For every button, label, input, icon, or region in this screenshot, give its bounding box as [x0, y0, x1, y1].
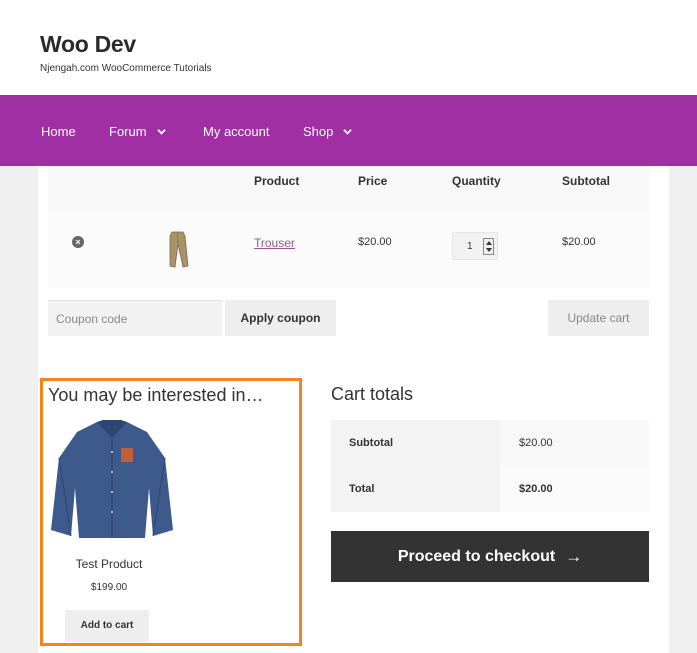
product-subtotal: $20.00 — [562, 236, 596, 248]
site-title[interactable]: Woo Dev — [40, 31, 136, 58]
header-quantity: Quantity — [452, 174, 501, 188]
product-link-trouser[interactable]: Trouser — [254, 236, 295, 250]
cross-sell-product-price: $199.00 — [90, 582, 128, 593]
checkout-label: Proceed to checkout — [397, 547, 556, 565]
cross-sells-title: You may be interested in… — [48, 385, 264, 405]
site-tagline: Njengah.com WooCommerce Tutorials — [40, 63, 212, 74]
trouser-thumbnail[interactable] — [164, 230, 190, 268]
apply-coupon-button[interactable]: Apply coupon — [225, 300, 336, 336]
product-price: $20.00 — [358, 236, 392, 248]
total-value: $20.00 — [519, 483, 553, 495]
cross-sells-box: You may be interested in… Test Product $… — [40, 378, 302, 646]
cross-sell-product-name[interactable]: Test Product — [43, 557, 175, 571]
header-price: Price — [358, 174, 388, 188]
nav-item-home[interactable]: Home — [41, 124, 76, 139]
update-cart-button[interactable]: Update cart — [548, 300, 649, 336]
site-header: Woo Dev Njengah.com WooCommerce Tutorial… — [0, 0, 697, 95]
arrow-right-icon: → — [565, 546, 583, 566]
quantity-stepper[interactable]: 1 — [452, 232, 498, 260]
header-product: Product — [254, 174, 300, 188]
chevron-down-icon — [343, 129, 353, 135]
nav-item-my-account[interactable]: My account — [203, 124, 269, 139]
stepper-arrows-icon[interactable] — [483, 238, 494, 255]
add-to-cart-button[interactable]: Add to cart — [65, 610, 149, 642]
cart-totals-title: Cart totals — [331, 384, 414, 404]
cart-row: × Trouser $20.00 1 $20.00 — [48, 210, 649, 288]
shirt-product-image[interactable] — [49, 418, 175, 540]
header-subtotal: Subtotal — [562, 174, 610, 188]
cart-table-header: Product Price Quantity Subtotal — [48, 166, 649, 210]
nav-item-label: Shop — [303, 124, 334, 139]
primary-nav: Home Forum My account Shop — [0, 95, 697, 166]
chevron-down-icon — [156, 129, 166, 135]
nav-item-shop[interactable]: Shop — [303, 124, 353, 139]
total-label: Total — [331, 466, 500, 512]
quantity-value: 1 — [467, 241, 473, 252]
coupon-code-input[interactable] — [48, 300, 222, 336]
nav-item-label: My account — [203, 124, 270, 139]
remove-x-icon[interactable]: × — [72, 236, 84, 248]
subtotal-label: Subtotal — [331, 420, 500, 466]
totals-subtotal-row: Subtotal $20.00 — [331, 420, 649, 466]
nav-item-forum[interactable]: Forum — [109, 124, 166, 139]
cart-page-content: Product Price Quantity Subtotal × Trouse… — [38, 166, 669, 653]
nav-item-label: Home — [41, 124, 76, 139]
nav-item-label: Forum — [109, 124, 147, 139]
subtotal-value: $20.00 — [519, 437, 553, 449]
proceed-to-checkout-button[interactable]: Proceed to checkout → — [331, 531, 649, 582]
totals-total-row: Total $20.00 — [331, 466, 649, 512]
